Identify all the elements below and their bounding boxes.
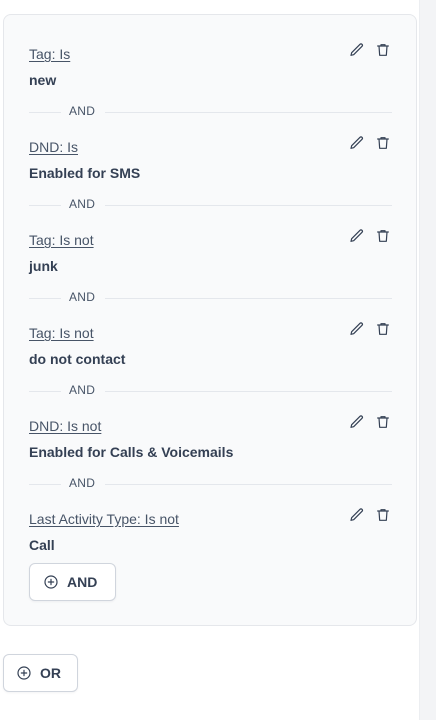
separator-line (29, 205, 61, 206)
and-separator-label: AND (69, 197, 96, 211)
separator-line (105, 391, 392, 392)
filter-condition-2: DND: Is Enabled for SMS (29, 136, 392, 189)
pencil-icon[interactable] (348, 227, 366, 245)
condition-actions (348, 134, 392, 152)
condition-actions (348, 41, 392, 59)
condition-value: do not contact (29, 351, 126, 367)
condition-label-link[interactable]: Tag: Is (29, 46, 70, 62)
filter-condition-5: DND: Is not Enabled for Calls & Voicemai… (29, 415, 392, 468)
condition-label-link[interactable]: Last Activity Type: Is not (29, 511, 179, 527)
separator-line (29, 112, 61, 113)
condition-value: junk (29, 258, 58, 274)
and-separator-label: AND (69, 290, 96, 304)
condition-value: Call (29, 537, 55, 553)
add-and-condition-button[interactable]: AND (29, 563, 116, 601)
plus-circle-icon (43, 574, 59, 590)
separator-line (105, 112, 392, 113)
pencil-icon[interactable] (348, 134, 366, 152)
and-separator-label: AND (69, 104, 96, 118)
condition-value: Enabled for Calls & Voicemails (29, 444, 234, 460)
condition-actions (348, 227, 392, 245)
filter-condition-1: Tag: Is new (29, 43, 392, 96)
condition-value: Enabled for SMS (29, 165, 141, 181)
separator-line (29, 298, 61, 299)
filter-group-card: Tag: Is new AND DND: Is Enabled for SMS (3, 14, 417, 626)
filter-condition-3: Tag: Is not junk (29, 229, 392, 282)
condition-actions (348, 320, 392, 338)
separator-line (29, 391, 61, 392)
pencil-icon[interactable] (348, 413, 366, 431)
and-separator: AND (29, 476, 392, 492)
trash-icon[interactable] (374, 41, 392, 59)
condition-label-link[interactable]: Tag: Is not (29, 325, 94, 341)
pencil-icon[interactable] (348, 506, 366, 524)
condition-label-link[interactable]: Tag: Is not (29, 232, 94, 248)
and-separator: AND (29, 104, 392, 120)
trash-icon[interactable] (374, 320, 392, 338)
trash-icon[interactable] (374, 506, 392, 524)
separator-line (29, 484, 61, 485)
pencil-icon[interactable] (348, 41, 366, 59)
condition-label-link[interactable]: DND: Is (29, 139, 78, 155)
and-separator-label: AND (69, 476, 96, 490)
condition-value: new (29, 72, 57, 88)
separator-line (105, 484, 392, 485)
plus-circle-icon (16, 665, 32, 681)
condition-actions (348, 413, 392, 431)
separator-line (105, 205, 392, 206)
trash-icon[interactable] (374, 227, 392, 245)
and-separator-label: AND (69, 383, 96, 397)
and-separator: AND (29, 383, 392, 399)
trash-icon[interactable] (374, 134, 392, 152)
pencil-icon[interactable] (348, 320, 366, 338)
condition-label-link[interactable]: DND: Is not (29, 418, 101, 434)
filter-condition-4: Tag: Is not do not contact (29, 322, 392, 375)
add-or-group-button[interactable]: OR (3, 654, 78, 692)
add-or-label: OR (40, 665, 61, 681)
scrollbar-track[interactable] (419, 0, 436, 720)
filter-condition-6: Last Activity Type: Is not Call (29, 508, 392, 561)
and-separator: AND (29, 197, 392, 213)
trash-icon[interactable] (374, 413, 392, 431)
add-and-label: AND (67, 574, 98, 590)
and-separator: AND (29, 290, 392, 306)
separator-line (105, 298, 392, 299)
condition-actions (348, 506, 392, 524)
